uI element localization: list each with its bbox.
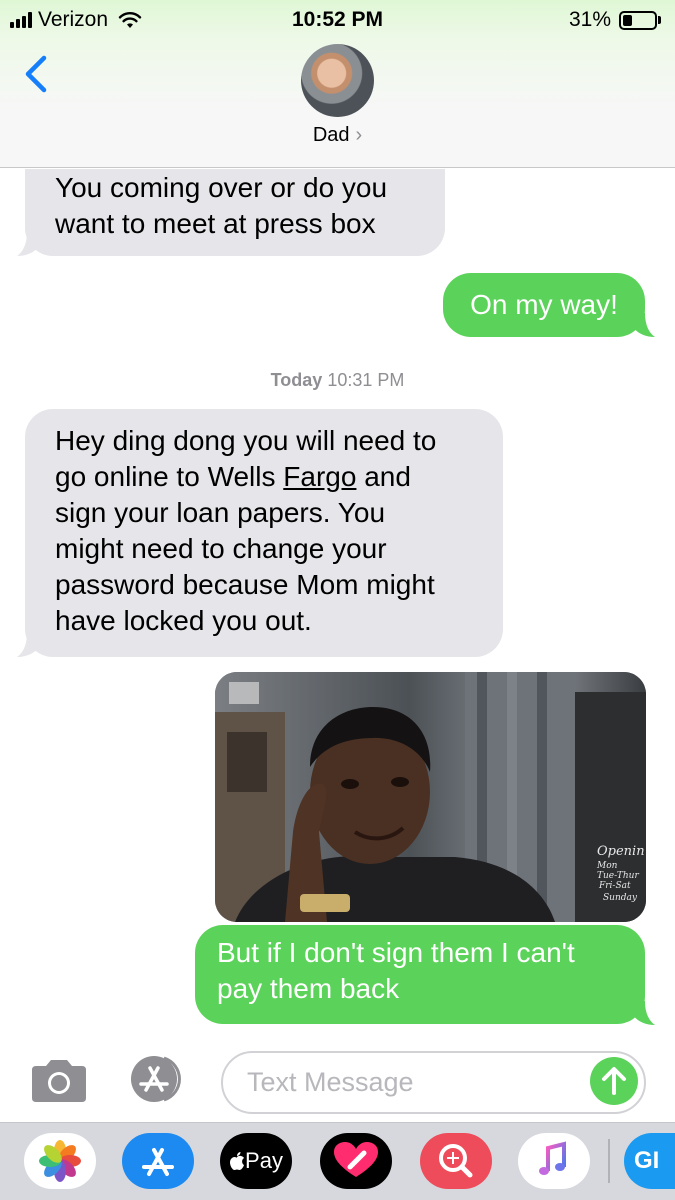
camera-icon[interactable] <box>28 1058 90 1104</box>
gif-app-button[interactable]: GI <box>624 1133 675 1189</box>
gif-sign-text: Openin <box>597 844 645 859</box>
contact-avatar[interactable] <box>301 44 374 117</box>
incoming-bubble-tail <box>17 232 39 256</box>
music-icon <box>539 1141 566 1175</box>
image-search-app-button[interactable] <box>420 1133 492 1189</box>
app-store-app-button[interactable] <box>122 1133 194 1189</box>
contact-name-button[interactable]: Dad › <box>0 124 675 147</box>
outgoing-message[interactable]: But if I don't sign them I can't pay the… <box>195 925 645 1024</box>
message-line: password because Mom might <box>55 569 435 600</box>
gif-image: Openin Mon Tue-Thur Fri-Sat Sunday <box>215 672 646 922</box>
apple-logo-icon <box>230 1152 245 1170</box>
message-input[interactable]: Text Message <box>221 1051 646 1114</box>
message-line: But if I don't sign them I can't <box>217 937 575 968</box>
gif-sign-text: Sunday <box>603 893 638 903</box>
battery-icon <box>619 10 657 30</box>
digital-touch-app-button[interactable] <box>320 1133 392 1189</box>
message-text-segment: go online to Wells <box>55 461 284 492</box>
outgoing-bubble-tail <box>633 1001 655 1025</box>
image-search-icon <box>439 1144 473 1178</box>
detected-link[interactable]: Fargo <box>283 461 356 492</box>
battery-group: 31% <box>569 8 661 32</box>
status-time: 10:52 PM <box>291 8 384 31</box>
message-line: might need to change your <box>55 533 387 564</box>
send-arrow-icon <box>602 1067 626 1095</box>
timestamp: Today 10:31 PM <box>0 370 675 391</box>
message-line: sign your loan papers. You <box>55 497 386 528</box>
photos-app-button[interactable] <box>24 1133 96 1189</box>
drawer-divider <box>608 1139 610 1183</box>
imessage-app-drawer: Pay GI <box>0 1122 675 1200</box>
gif-attachment[interactable]: Openin Mon Tue-Thur Fri-Sat Sunday <box>215 672 646 922</box>
conversation-header: Verizon 10:52 PM 31% Dad › <box>0 0 675 168</box>
incoming-bubble-tail <box>17 633 39 657</box>
outgoing-message[interactable]: On my way! <box>443 273 645 337</box>
app-store-icon[interactable] <box>124 1054 190 1104</box>
message-line: pay them back <box>217 973 400 1004</box>
incoming-message[interactable]: You coming over or do you want to meet a… <box>25 169 445 256</box>
gif-sign-text: Tue-Thur <box>597 871 639 881</box>
back-chevron-icon[interactable] <box>18 52 54 96</box>
photos-icon <box>39 1140 81 1182</box>
battery-tip <box>658 16 661 24</box>
apple-pay-icon: Pay <box>220 1133 292 1189</box>
message-input-placeholder: Text Message <box>247 1067 414 1097</box>
battery-percent: 31% <box>568 8 611 31</box>
contact-name: Dad <box>312 124 350 146</box>
contact-chevron-icon: › <box>355 124 363 146</box>
signal-icon <box>10 12 32 28</box>
status-bar: Verizon 10:52 PM 31% <box>0 0 675 40</box>
message-line: Hey ding dong you will need to <box>55 425 437 456</box>
message-line: have locked you out. <box>55 605 312 636</box>
composer-bar: Text Message <box>0 1040 675 1122</box>
digital-touch-icon <box>334 1142 378 1177</box>
outgoing-bubble-tail <box>633 313 655 337</box>
gif-sign-text: Fri-Sat <box>598 881 631 891</box>
incoming-message[interactable]: Hey ding dong you will need to go online… <box>25 409 503 657</box>
app-store-icon <box>142 1148 174 1176</box>
message-line: go online to Wells Fargo and <box>55 459 473 495</box>
message-line: You coming over or do you <box>55 172 388 203</box>
timestamp-time: 10:31 PM <box>327 370 405 390</box>
carrier-name: Verizon <box>38 8 109 31</box>
gif-icon: GI <box>634 1147 660 1174</box>
carrier-group: Verizon <box>10 8 142 32</box>
timestamp-day: Today <box>270 370 323 390</box>
message-text: On my way! <box>470 289 618 320</box>
send-button[interactable] <box>590 1057 638 1105</box>
apple-pay-label: Pay <box>245 1148 283 1173</box>
battery-level <box>623 14 632 26</box>
apple-pay-app-button[interactable]: Pay <box>220 1133 292 1189</box>
message-line: want to meet at press box <box>55 208 376 239</box>
message-text-segment: and <box>356 461 411 492</box>
wifi-icon <box>118 12 142 28</box>
gif-sign-text: Mon <box>596 861 618 871</box>
music-app-button[interactable] <box>518 1133 590 1189</box>
